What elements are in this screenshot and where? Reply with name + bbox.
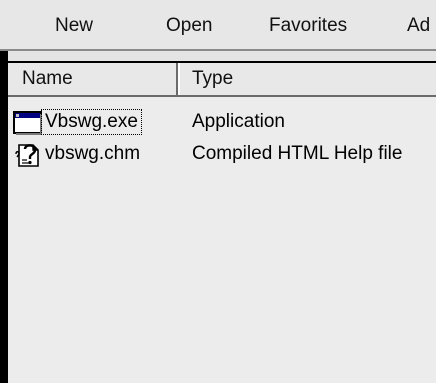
- window-frame-left: [0, 51, 8, 383]
- toolbar: New Open Favorites Ad: [0, 0, 436, 51]
- file-type: Application: [192, 111, 285, 132]
- file-type: Compiled HTML Help file: [192, 143, 403, 164]
- list-header: Name Type: [8, 63, 436, 97]
- toolbar-separator: [8, 51, 436, 61]
- list-rows: Vbswg.exe Application vbswg.chm Compiled…: [8, 107, 436, 171]
- file-name[interactable]: vbswg.chm: [42, 142, 143, 166]
- list-item-vbswg-exe[interactable]: Vbswg.exe Application: [8, 107, 436, 139]
- help-file-icon: [13, 142, 43, 168]
- favorites-button[interactable]: Favorites: [269, 14, 347, 38]
- open-button[interactable]: Open: [166, 14, 212, 38]
- list-item-vbswg-chm[interactable]: vbswg.chm Compiled HTML Help file: [8, 139, 436, 171]
- column-header-type[interactable]: Type: [182, 63, 436, 95]
- ad-button[interactable]: Ad: [407, 14, 430, 38]
- column-header-name[interactable]: Name: [8, 63, 180, 95]
- file-list[interactable]: Name Type Vbswg.exe Application vbswg.ch…: [8, 61, 436, 383]
- file-name[interactable]: Vbswg.exe: [41, 109, 142, 135]
- file-browser-window: New Open Favorites Ad Name Type Vbswg.ex…: [0, 0, 436, 383]
- application-window-icon: [13, 110, 43, 136]
- new-button[interactable]: New: [55, 14, 93, 38]
